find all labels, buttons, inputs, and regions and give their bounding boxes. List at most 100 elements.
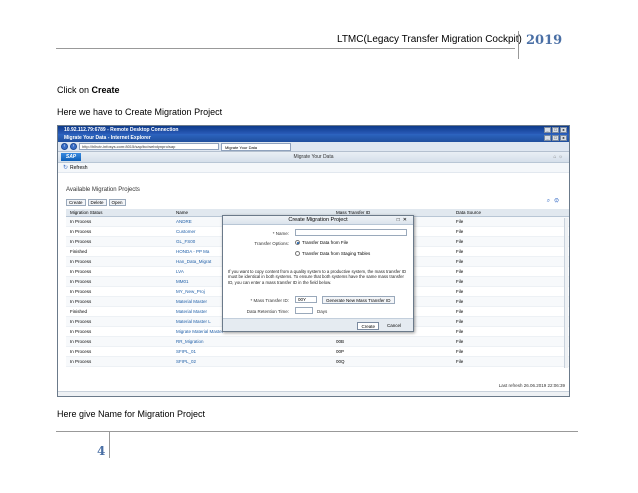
table-tools: ⌕⚙ <box>547 198 563 205</box>
table-row[interactable]: In Process RR_Migration 00B File <box>66 337 569 347</box>
create-project-dialog: Create Migration Project □✕ * Name: Tran… <box>222 215 414 332</box>
header-year: 2019 <box>526 33 563 48</box>
horizontal-scrollbar[interactable] <box>58 391 569 396</box>
refresh-label: Refresh <box>70 164 88 171</box>
table-row[interactable]: In Process SFIPL_01 00P File <box>66 347 569 357</box>
transfer-options-label: Transfer Options: <box>254 241 289 246</box>
table-cell-name[interactable]: SFIPL_02 <box>176 357 336 366</box>
open-button[interactable]: Open <box>108 199 126 206</box>
close-icon[interactable]: x <box>560 127 567 133</box>
delete-button[interactable]: Delete <box>87 199 107 206</box>
header-separator <box>518 31 519 59</box>
table-cell-source: File <box>456 269 464 274</box>
instruction-create-bold: Create <box>91 85 120 95</box>
table-cell-source: File <box>456 239 464 244</box>
table-cell-status: In Process <box>70 229 92 234</box>
table-cell-id: 00P <box>336 349 345 354</box>
table-row[interactable]: In Process SFIPL_02 00Q File <box>66 357 569 367</box>
table-cell-source: File <box>456 299 464 304</box>
dialog-title: Create Migration Project <box>288 217 348 223</box>
dialog-create-button[interactable]: Create <box>357 322 379 330</box>
minimize-icon[interactable]: _ <box>544 127 551 133</box>
table-cell-status: Finished <box>70 249 88 254</box>
table-cell-status: In Process <box>70 339 92 344</box>
table-cell-status: In Process <box>70 219 92 224</box>
project-actions: Create Delete Open <box>66 199 126 206</box>
generate-id-button[interactable]: Generate New Mass Transfer ID <box>322 296 395 304</box>
settings-icon[interactable]: ☼ <box>558 154 565 160</box>
radio-transfer-file[interactable]: Transfer Data from File <box>295 240 348 245</box>
back-icon[interactable]: ‹ <box>61 143 68 150</box>
sap-header: SAP Migrate Your Data ⌂☼ <box>58 152 569 163</box>
table-cell-status: In Process <box>70 259 92 264</box>
radio-transfer-staging[interactable]: Transfer Data from Staging Tables <box>295 251 370 256</box>
radio-unselected-icon <box>295 251 300 256</box>
retention-input[interactable] <box>295 307 313 314</box>
table-cell-source: File <box>456 319 464 324</box>
table-cell-status: In Process <box>70 299 92 304</box>
table-cell-status: In Process <box>70 349 92 354</box>
header-icons: ⌂☼ <box>553 154 565 160</box>
forward-icon[interactable]: › <box>70 143 77 150</box>
mass-transfer-info: If you want to copy content from a quali… <box>228 269 407 285</box>
table-cell-source: File <box>456 349 464 354</box>
maximize-icon[interactable]: □ <box>552 127 559 133</box>
document-header-title: LTMC(Legacy Transfer Migration Cockpit) <box>337 34 522 45</box>
instruction-prefix: Click on <box>57 85 92 95</box>
instruction-click-create: Click on Create <box>57 85 120 95</box>
close-icon[interactable]: ✕ <box>403 217 410 223</box>
table-cell-source: File <box>456 359 464 364</box>
ie-window-controls: _ □ x <box>544 135 567 141</box>
footer-separator <box>109 432 110 458</box>
table-cell-status: In Process <box>70 239 92 244</box>
table-cell-status: In Process <box>70 289 92 294</box>
table-cell-source: File <box>456 289 464 294</box>
instruction-create-project: Here we have to Create Migration Project <box>57 107 223 117</box>
table-cell-source: File <box>456 279 464 284</box>
table-cell-id: 00Q <box>336 359 345 364</box>
mass-transfer-input[interactable]: 00Y <box>295 296 317 303</box>
settings-icon[interactable]: ⚙ <box>554 198 563 204</box>
dialog-controls: □✕ <box>397 216 410 225</box>
name-input[interactable] <box>295 229 407 236</box>
last-refresh: Last refresh 26.06.2019 22:06:39 <box>498 383 565 388</box>
maximize-icon[interactable]: □ <box>552 135 559 141</box>
section-title: Available Migration Projects <box>66 187 140 193</box>
retention-label: Data Retention Time: <box>246 309 289 314</box>
address-bar[interactable]: http://hlhctr-infosys.com:8015/sap/bc/we… <box>79 143 219 150</box>
radio-label: Transfer Data from File <box>302 240 349 245</box>
app-title: Migrate Your Data <box>293 154 334 160</box>
table-cell-name[interactable]: RR_Migration <box>176 337 336 346</box>
table-cell-source: File <box>456 339 464 344</box>
close-icon[interactable]: x <box>560 135 567 141</box>
instruction-give-name: Here give Name for Migration Project <box>57 409 206 419</box>
table-cell-status: Finished <box>70 309 88 314</box>
table-cell-source: File <box>456 329 464 334</box>
footer-rule <box>56 431 578 432</box>
refresh-icon: ↻ <box>63 165 69 171</box>
minimize-icon[interactable]: _ <box>544 135 551 141</box>
rdp-window-controls: _ □ x <box>544 127 567 133</box>
table-cell-status: In Process <box>70 319 92 324</box>
table-cell-status: In Process <box>70 329 92 334</box>
dialog-cancel-button[interactable]: Cancel <box>387 322 401 330</box>
create-button[interactable]: Create <box>66 199 86 206</box>
vertical-scrollbar[interactable] <box>564 218 568 368</box>
refresh-button[interactable]: ↻ Refresh <box>58 163 569 173</box>
radio-selected-icon <box>295 240 300 245</box>
rdp-title: 10.92.112.79:6789 - Remote Desktop Conne… <box>64 127 179 133</box>
table-cell-source: File <box>456 249 464 254</box>
dialog-footer: Create Cancel <box>223 318 413 331</box>
rdp-title-bar: 10.92.112.79:6789 - Remote Desktop Conne… <box>58 126 569 134</box>
days-label: Days <box>317 309 328 314</box>
column-header[interactable]: Data Source <box>456 209 561 216</box>
embedded-screenshot: 10.92.112.79:6789 - Remote Desktop Conne… <box>57 125 570 397</box>
table-cell-source: File <box>456 259 464 264</box>
table-cell-id: 00B <box>336 339 345 344</box>
table-cell-status: In Process <box>70 269 92 274</box>
header-rule <box>56 48 515 49</box>
table-cell-name[interactable]: SFIPL_01 <box>176 347 336 356</box>
column-header[interactable]: Migration Status <box>66 209 176 216</box>
browser-tab[interactable]: Migrate Your Data <box>221 142 291 151</box>
dialog-title-bar: Create Migration Project □✕ <box>223 216 413 225</box>
